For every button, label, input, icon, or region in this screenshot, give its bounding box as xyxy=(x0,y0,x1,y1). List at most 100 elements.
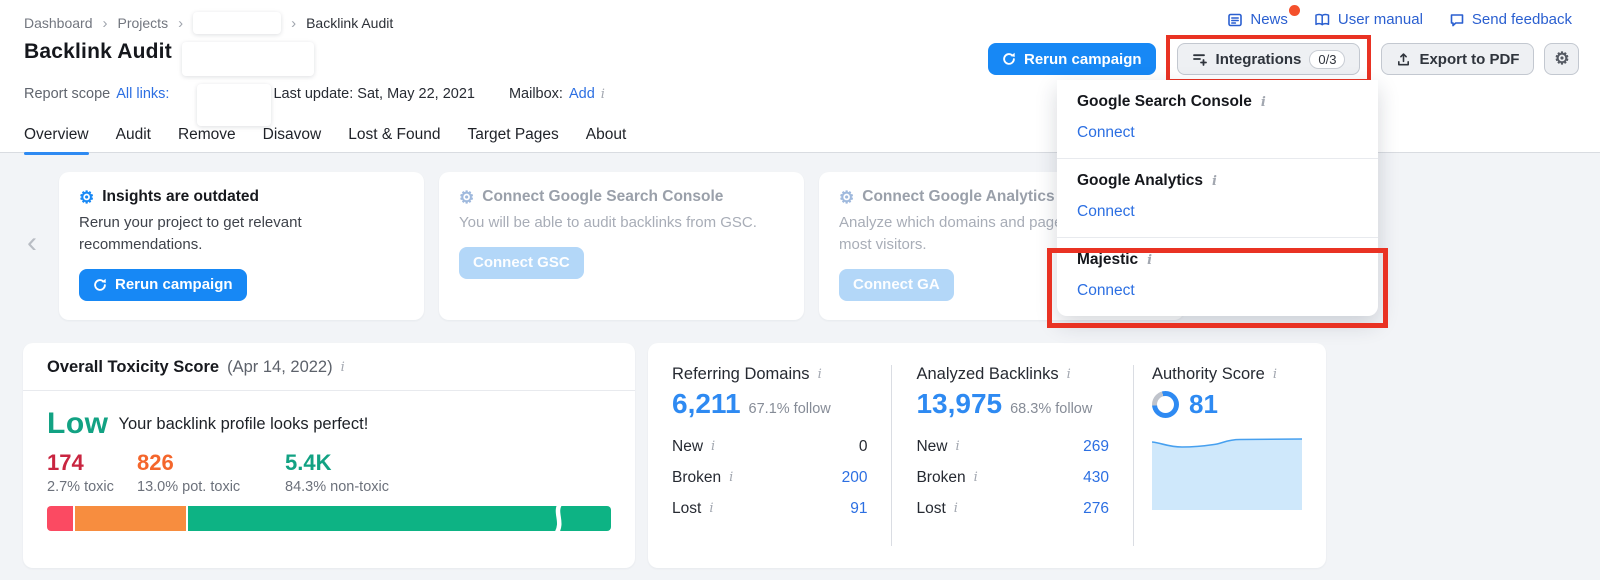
all-links-link[interactable]: All links: xyxy=(116,86,169,102)
table-row: Brokeni 430 xyxy=(916,462,1109,493)
table-row: Brokeni 200 xyxy=(672,462,867,493)
table-row: Losti 276 xyxy=(916,493,1109,524)
info-icon[interactable]: i xyxy=(954,501,958,516)
connect-gsc-menu-link[interactable]: Connect xyxy=(1077,124,1358,142)
tab-overview[interactable]: Overview xyxy=(24,126,89,153)
card-rerun-campaign-button[interactable]: Rerun campaign xyxy=(79,269,247,301)
refresh-icon xyxy=(1002,52,1016,66)
rerun-campaign-button[interactable]: Rerun campaign xyxy=(988,43,1156,75)
connect-gsc-label: Connect GSC xyxy=(473,254,570,271)
connect-ga-label: Connect GA xyxy=(853,276,940,293)
connect-gsc-card: ⚙ Connect Google Search Console You will… xyxy=(439,172,804,320)
card-body: You will be able to audit backlinks from… xyxy=(459,212,784,234)
toxic-count: 174 xyxy=(47,450,137,476)
analyzed-backlinks-column: Analyzed Backlinks i 13,975 68.3% follow… xyxy=(892,365,1134,546)
insights-outdated-card: ⚙ Insights are outdated Rerun your proje… xyxy=(59,172,424,320)
info-icon[interactable]: i xyxy=(1261,95,1266,110)
notification-dot xyxy=(1289,5,1300,16)
integration-name: Google Analytics xyxy=(1077,172,1203,190)
export-pdf-button[interactable]: Export to PDF xyxy=(1381,43,1534,75)
pot-toxic-count: 826 xyxy=(137,450,285,476)
breadcrumb-dashboard[interactable]: Dashboard xyxy=(24,15,93,31)
analyzed-backlinks-title: Analyzed Backlinks xyxy=(916,365,1058,384)
chevron-right-icon: › xyxy=(291,15,296,32)
integration-name: Majestic xyxy=(1077,251,1138,269)
breadcrumb-projects[interactable]: Projects xyxy=(118,15,169,31)
authority-score-donut xyxy=(1152,391,1179,418)
referring-domains-column: Referring Domains i 6,211 67.1% follow N… xyxy=(648,365,892,546)
table-row: Newi 269 xyxy=(916,431,1109,462)
menu-item-google-analytics: Google Analytics i Connect xyxy=(1057,158,1378,237)
bar-break-squiggle xyxy=(550,506,566,531)
breadcrumb-project-redacted xyxy=(193,12,281,34)
non-toxic-bar-segment xyxy=(188,506,611,531)
card-rerun-label: Rerun campaign xyxy=(115,276,233,293)
pot-toxic-bar-segment xyxy=(75,506,188,531)
news-icon xyxy=(1227,12,1243,28)
pot-toxic-label: 13.0% pot. toxic xyxy=(137,479,285,495)
tab-remove[interactable]: Remove xyxy=(178,126,236,153)
integration-name: Google Search Console xyxy=(1077,93,1252,111)
project-name-redacted xyxy=(182,42,314,76)
info-icon[interactable]: i xyxy=(1147,253,1152,268)
authority-score-value: 81 xyxy=(1189,389,1218,420)
info-icon[interactable]: i xyxy=(974,470,978,485)
connect-ga-menu-link[interactable]: Connect xyxy=(1077,203,1358,221)
title-row: Backlink Audit xyxy=(24,40,314,76)
send-feedback-link[interactable]: Send feedback xyxy=(1449,11,1572,28)
menu-item-majestic: Majestic i Connect xyxy=(1057,237,1378,316)
breadcrumb: Dashboard › Projects › › Backlink Audit xyxy=(24,12,393,34)
non-toxic-label: 84.3% non-toxic xyxy=(285,479,389,495)
toxicity-date: (Apr 14, 2022) xyxy=(227,358,332,377)
gear-icon: ⚙ xyxy=(1554,49,1569,69)
tab-target-pages[interactable]: Target Pages xyxy=(467,126,558,153)
mailbox-label: Mailbox: xyxy=(509,86,563,102)
gear-icon: ⚙ xyxy=(459,189,474,206)
info-icon[interactable]: i xyxy=(729,470,733,485)
toxicity-message: Your backlink profile looks perfect! xyxy=(119,415,369,434)
table-row: Losti 91 xyxy=(672,493,867,524)
integrations-icon xyxy=(1192,52,1208,67)
row-value-link[interactable]: 200 xyxy=(842,469,868,487)
row-value: 0 xyxy=(859,438,868,456)
chevron-right-icon: › xyxy=(178,15,183,32)
connect-majestic-menu-link[interactable]: Connect xyxy=(1077,282,1358,300)
authority-score-trend-chart xyxy=(1152,434,1302,510)
tab-bar: Overview Audit Remove Disavow Lost & Fou… xyxy=(24,126,626,153)
row-value-link[interactable]: 91 xyxy=(850,500,867,518)
row-label: Broken xyxy=(672,469,721,487)
info-icon[interactable]: i xyxy=(1067,367,1071,382)
tab-about[interactable]: About xyxy=(586,126,627,153)
settings-button[interactable]: ⚙ xyxy=(1544,43,1579,75)
connect-ga-button[interactable]: Connect GA xyxy=(839,269,954,301)
info-icon[interactable]: i xyxy=(818,367,822,382)
row-value-link[interactable]: 269 xyxy=(1083,438,1109,456)
analyzed-backlinks-follow: 68.3% follow xyxy=(1010,401,1092,417)
row-value-link[interactable]: 430 xyxy=(1083,469,1109,487)
mailbox-add-link[interactable]: Add xyxy=(569,86,595,102)
authority-score-title: Authority Score xyxy=(1152,365,1265,384)
row-value-link[interactable]: 276 xyxy=(1083,500,1109,518)
integrations-dropdown: Google Search Console i Connect Google A… xyxy=(1057,80,1378,316)
info-icon[interactable]: i xyxy=(601,87,605,102)
table-row: Newi 0 xyxy=(672,431,867,462)
info-icon[interactable]: i xyxy=(955,439,959,454)
carousel-prev-arrow[interactable]: ‹ xyxy=(27,228,37,258)
info-icon[interactable]: i xyxy=(1212,174,1217,189)
info-icon[interactable]: i xyxy=(1273,367,1277,382)
integrations-button[interactable]: Integrations 0/3 xyxy=(1177,43,1361,75)
toxicity-bar xyxy=(47,506,611,531)
user-manual-link[interactable]: User manual xyxy=(1314,11,1423,28)
news-link[interactable]: News xyxy=(1227,11,1288,28)
card-title: Insights are outdated xyxy=(102,188,259,206)
card-title: Connect Google Analytics xyxy=(862,188,1054,206)
last-update-label: Last update: Sat, May 22, 2021 xyxy=(273,86,475,102)
connect-gsc-button[interactable]: Connect GSC xyxy=(459,247,584,279)
tab-audit[interactable]: Audit xyxy=(116,126,151,153)
card-body: Rerun your project to get relevant recom… xyxy=(79,212,404,256)
info-icon[interactable]: i xyxy=(341,360,345,375)
tab-lost-found[interactable]: Lost & Found xyxy=(348,126,440,153)
info-icon[interactable]: i xyxy=(711,439,715,454)
tab-disavow[interactable]: Disavow xyxy=(263,126,322,153)
info-icon[interactable]: i xyxy=(709,501,713,516)
